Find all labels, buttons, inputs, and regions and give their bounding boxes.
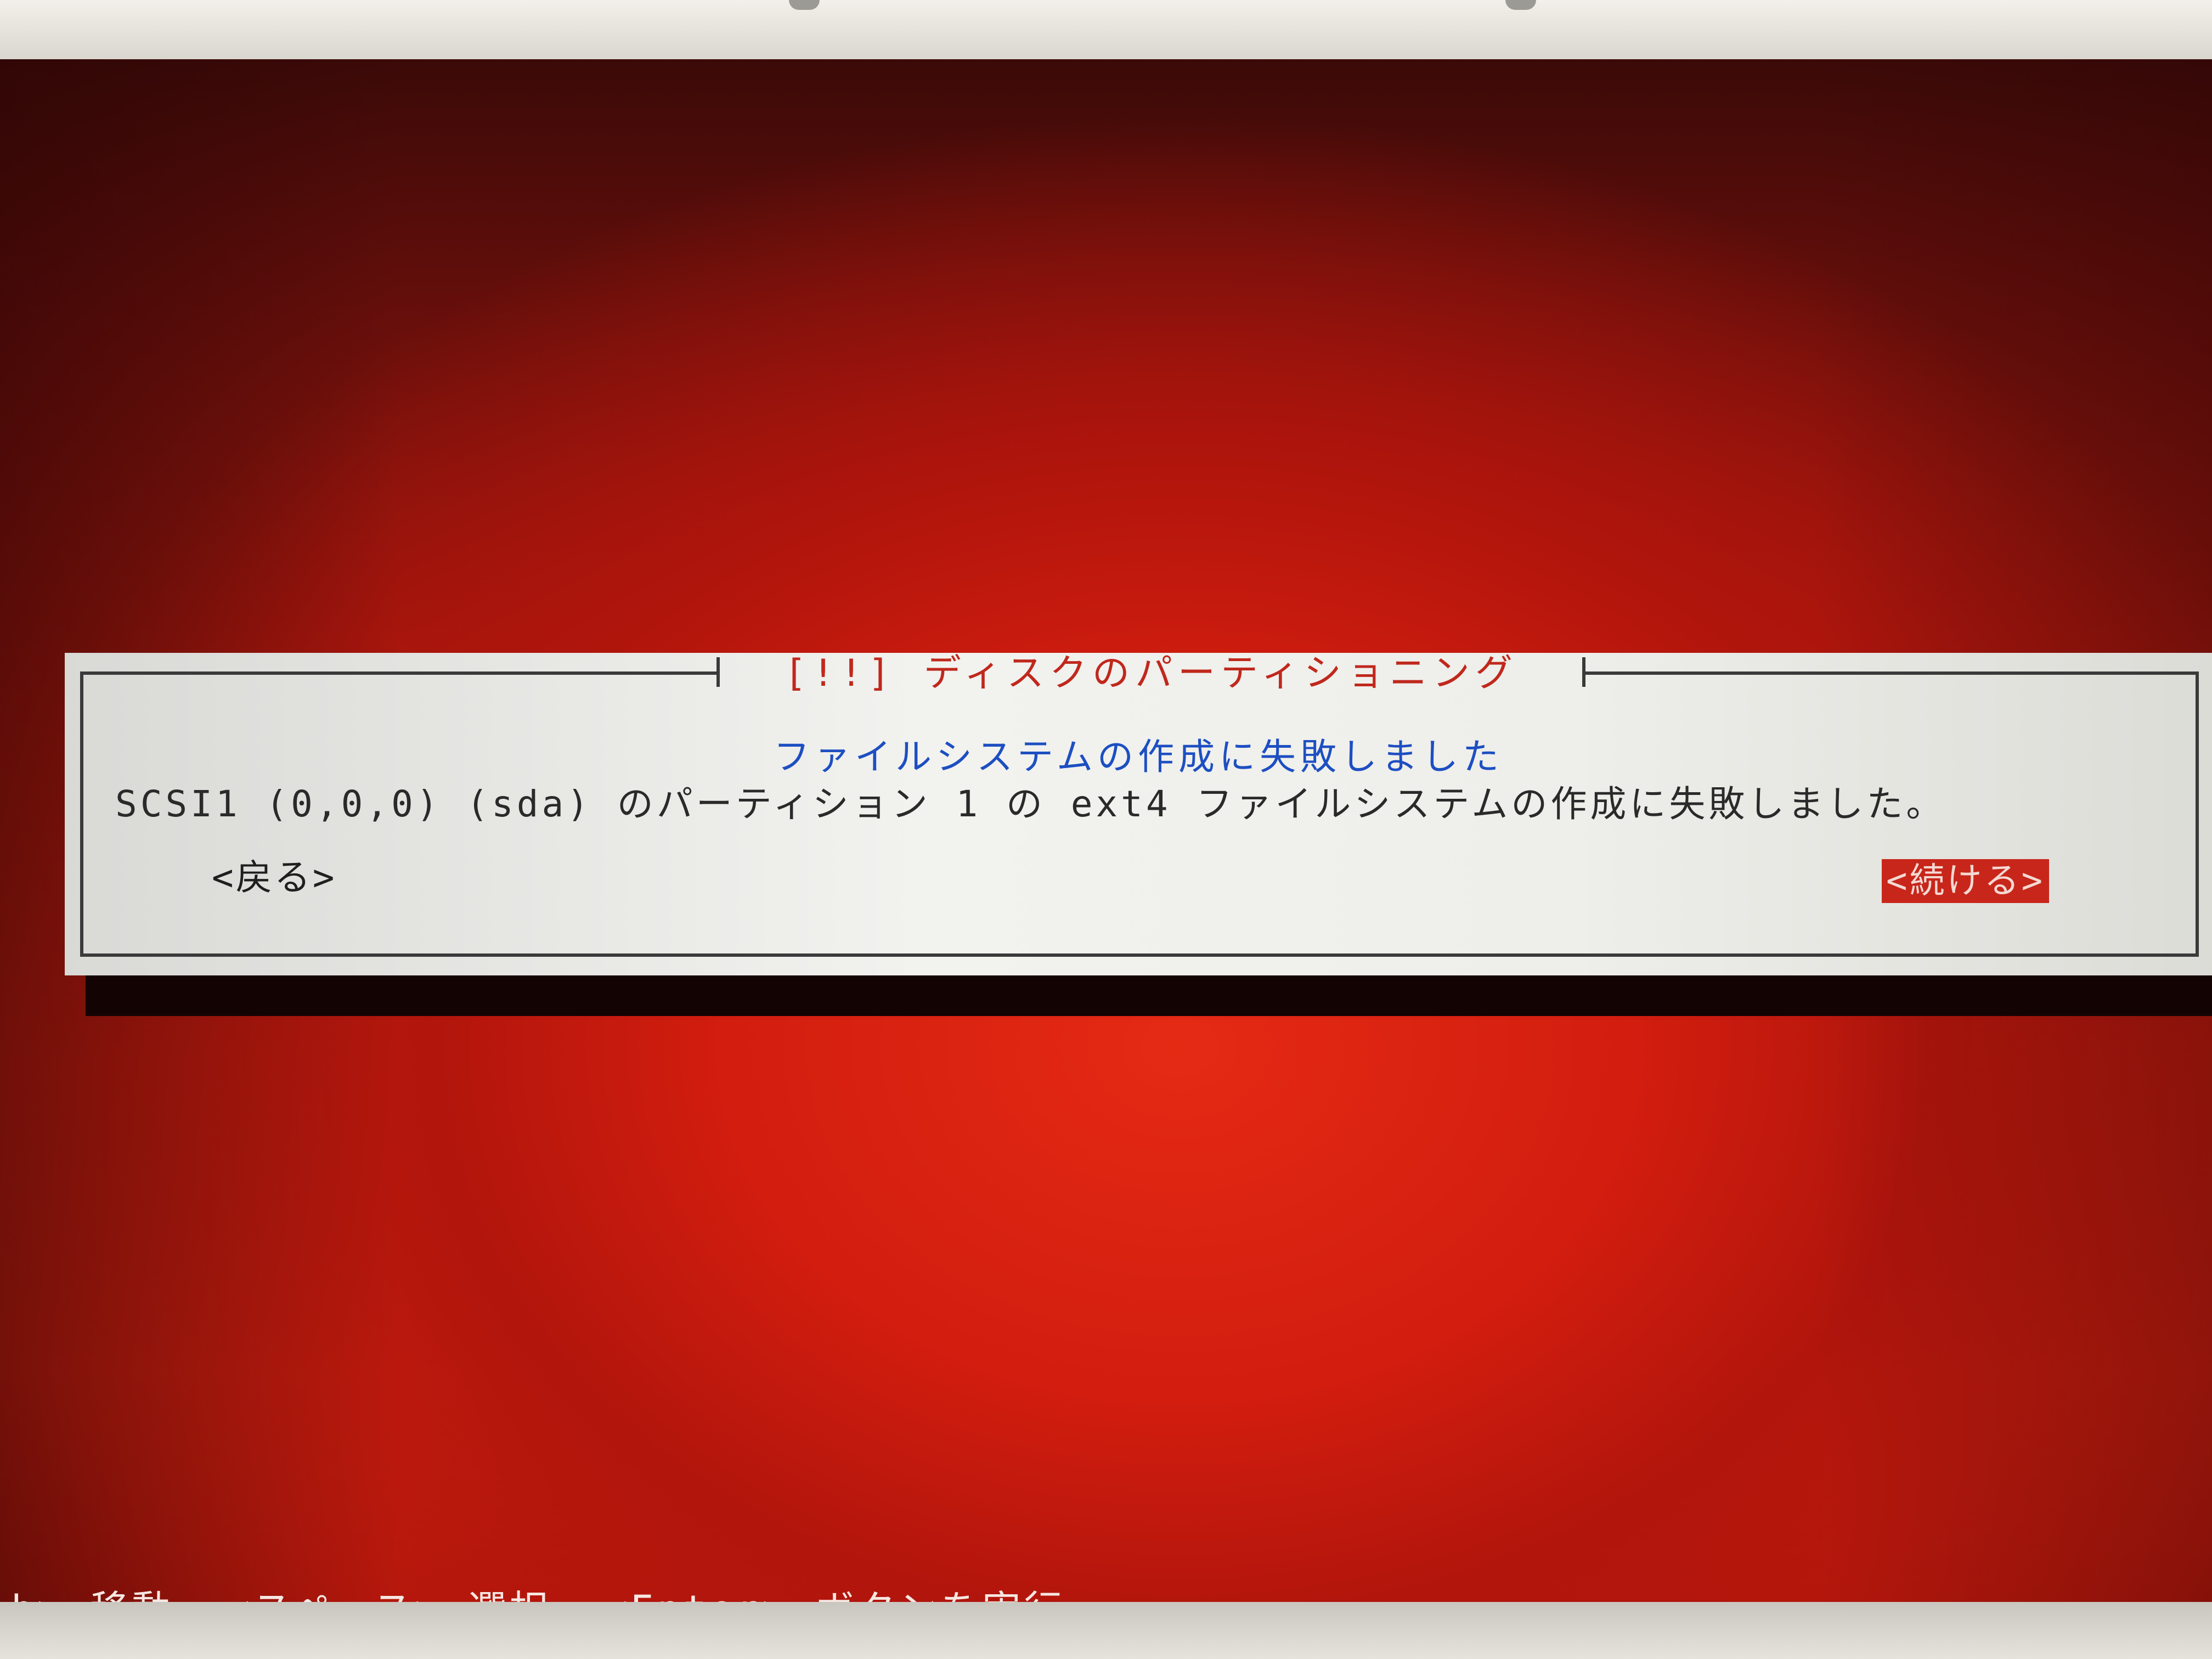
installer-screen: [!!] ディスクのパーティショニング ファイルシステムの作成に失敗しました S… [0, 59, 2212, 1602]
error-message: SCSI1 (0,0,0) (sda) のパーティション 1 の ext4 ファ… [115, 783, 1946, 825]
title-divider-left [716, 657, 720, 687]
monitor-bezel-top [0, 0, 2212, 60]
dialog-shadow [86, 974, 2212, 1016]
monitor-bezel-bottom [0, 1602, 2212, 1659]
continue-button[interactable]: <続ける> [1882, 859, 2050, 903]
dialog-title: [!!] ディスクのパーティショニング [784, 652, 1518, 695]
title-divider-right [1582, 657, 1585, 687]
partitioning-error-dialog: [!!] ディスクのパーティショニング ファイルシステムの作成に失敗しました S… [65, 653, 2212, 975]
error-heading: ファイルシステムの作成に失敗しました [773, 736, 1504, 778]
bezel-notch-right [1505, 0, 1536, 10]
keyboard-help-status-line: ab> 移動; <スペース> 選択; <Enter> ボタンを実行 [0, 1579, 1065, 1602]
back-button[interactable]: <戻る> [212, 848, 336, 901]
dialog-frame-top-left [80, 672, 716, 675]
dialog-frame-top-right [1585, 672, 2199, 675]
bezel-notch-left [789, 0, 820, 10]
